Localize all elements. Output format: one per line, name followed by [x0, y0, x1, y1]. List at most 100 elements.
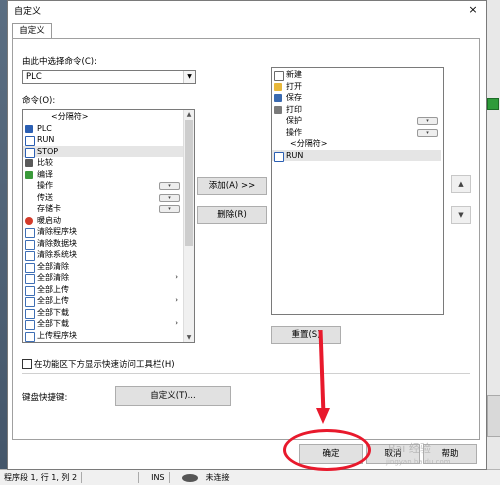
- command-item[interactable]: 清除程序块: [23, 226, 183, 238]
- command-item-label: 全部下载: [37, 319, 69, 328]
- command-item-label: 操作: [37, 181, 53, 190]
- command-item[interactable]: 比较: [23, 157, 183, 169]
- command-item-label: 编译: [37, 169, 53, 179]
- toolbar-item[interactable]: 打开: [272, 81, 441, 93]
- status-mode: INS: [151, 473, 165, 482]
- annotation-arrow-head: [316, 408, 330, 424]
- annotation-highlight-ellipse: [283, 429, 371, 471]
- submenu-dropdown-icon[interactable]: ▾: [159, 193, 180, 202]
- command-list-scrollbar[interactable]: ▲ ▼: [183, 110, 194, 342]
- doc-icon: [25, 228, 35, 238]
- command-list[interactable]: <分隔符> PLC RUN STOP 比较 编译操作 ▾ 传送 ▾ 存储卡 ▾ 暖启动 清除程序块 清除数…: [22, 109, 195, 343]
- category-select[interactable]: PLC ▼: [22, 70, 196, 84]
- doc-icon: [25, 251, 35, 261]
- command-item-label: 全部清除: [37, 273, 69, 282]
- command-item[interactable]: 全部上传 ›: [23, 295, 183, 307]
- customize-dialog: 自定义 × 自定义 由此中选择命令(C): PLC ▼ 命令(O): <分隔符>…: [7, 0, 487, 470]
- doc-icon: [25, 308, 35, 319]
- choose-command-label: 由此中选择命令(C):: [22, 57, 97, 67]
- command-item[interactable]: 上传程序块: [23, 330, 183, 342]
- plc-icon: [25, 124, 33, 133]
- command-item-label: PLC: [37, 123, 52, 133]
- customize-shortcut-button[interactable]: 自定义(T)...: [115, 386, 231, 406]
- tab-customize[interactable]: 自定义: [12, 23, 52, 39]
- submenu-dropdown-icon[interactable]: ▾: [159, 182, 180, 190]
- quick-access-list[interactable]: 新建打开 保存打印保护 ▾ 操作 ▾ <分隔符> RUN: [271, 67, 444, 315]
- remove-button[interactable]: 删除(R): [197, 206, 267, 224]
- watermark-url: jingyan.baidu.com: [386, 458, 451, 466]
- dialog-titlebar[interactable]: 自定义 ×: [8, 1, 486, 19]
- reset-button[interactable]: 重置(S): [271, 326, 341, 344]
- status-connection: 未连接: [205, 473, 230, 482]
- submenu-dropdown-icon[interactable]: ▾: [159, 205, 180, 213]
- toolbar-item[interactable]: 保存: [272, 92, 441, 104]
- command-item-label: 全部上传: [37, 296, 69, 305]
- command-item-label: 存储卡: [37, 204, 61, 213]
- toolbar-item[interactable]: 新建: [272, 69, 441, 81]
- command-item[interactable]: 暖启动: [23, 215, 183, 227]
- toolbar-item-label: RUN: [286, 150, 304, 160]
- toolbar-item[interactable]: 操作 ▾: [272, 127, 441, 139]
- command-item[interactable]: RUN: [23, 134, 183, 146]
- toolbar-item[interactable]: <分隔符>: [272, 138, 441, 150]
- command-item[interactable]: 全部下载: [23, 307, 183, 319]
- command-item[interactable]: PLC: [23, 123, 183, 135]
- command-item[interactable]: <分隔符>: [23, 111, 183, 123]
- command-item-label: 传送: [37, 192, 53, 202]
- keyboard-shortcut-label: 键盘快捷键:: [22, 393, 68, 403]
- command-item-label: 清除系统块: [37, 250, 77, 259]
- command-item[interactable]: 编译: [23, 169, 183, 181]
- chevron-right-icon: ›: [175, 319, 178, 327]
- show-below-ribbon-checkbox[interactable]: [22, 359, 32, 369]
- toolbar-item-label: 打印: [286, 104, 302, 114]
- command-item[interactable]: 全部下载 ›: [23, 318, 183, 330]
- toolbar-item-label: 操作: [286, 127, 302, 137]
- doc-icon: [25, 262, 35, 273]
- watermark-text: Bai 经验: [388, 442, 431, 455]
- move-down-button[interactable]: ▼: [451, 206, 471, 224]
- doc-icon: [25, 320, 35, 330]
- command-item-label: RUN: [37, 135, 55, 144]
- submenu-dropdown-icon[interactable]: ▾: [417, 117, 438, 125]
- toolbar-item[interactable]: 保护 ▾: [272, 115, 441, 127]
- toolbar-item-label: 保护: [286, 116, 302, 125]
- status-position: 程序段 1, 行 1, 列 2: [4, 473, 78, 482]
- scroll-down-icon[interactable]: ▼: [184, 333, 194, 342]
- command-item[interactable]: 全部清除: [23, 261, 183, 273]
- doc-icon: [25, 285, 35, 296]
- submenu-dropdown-icon[interactable]: ▾: [417, 128, 438, 137]
- scrollbar-thumb[interactable]: [185, 120, 193, 246]
- toolbar-item[interactable]: RUN: [272, 149, 441, 162]
- command-item[interactable]: 清除系统块: [23, 249, 183, 261]
- command-item[interactable]: 传送 ▾: [23, 192, 183, 204]
- command-item[interactable]: 操作 ▾: [23, 180, 183, 192]
- command-item[interactable]: 清除数据块: [23, 238, 183, 250]
- scroll-up-icon[interactable]: ▲: [184, 110, 194, 119]
- open-icon: [274, 82, 282, 91]
- dialog-title: 自定义: [14, 7, 42, 17]
- doc-icon: [25, 274, 35, 284]
- command-item-label: <分隔符>: [51, 112, 89, 121]
- divider: [22, 373, 470, 374]
- command-item-label: 全部下载: [37, 307, 69, 317]
- command-item[interactable]: 全部清除 ›: [23, 272, 183, 284]
- toolbar-item[interactable]: 打印: [272, 104, 441, 116]
- command-item-label: 暖启动: [37, 215, 61, 225]
- compile-icon: [25, 170, 33, 179]
- command-item[interactable]: STOP: [23, 145, 183, 158]
- toolbar-item-label: 保存: [286, 93, 302, 102]
- command-item[interactable]: 存储卡 ▾: [23, 203, 183, 215]
- toolbar-item-label: <分隔符>: [290, 139, 328, 148]
- chevron-down-icon[interactable]: ▼: [183, 71, 195, 83]
- chevron-right-icon: ›: [175, 296, 178, 304]
- commands-label: 命令(O):: [22, 96, 56, 106]
- toolbar-item-label: 新建: [286, 70, 302, 79]
- add-button[interactable]: 添加(A) >>: [197, 177, 267, 195]
- close-icon[interactable]: ×: [464, 2, 482, 18]
- compare-icon: [25, 159, 33, 167]
- show-below-ribbon-label: 在功能区下方显示快速访问工具栏(H): [34, 360, 175, 370]
- move-up-button[interactable]: ▲: [451, 175, 471, 193]
- warm-start-icon: [25, 216, 33, 225]
- doc-icon: [25, 297, 35, 307]
- command-item[interactable]: 全部上传: [23, 284, 183, 296]
